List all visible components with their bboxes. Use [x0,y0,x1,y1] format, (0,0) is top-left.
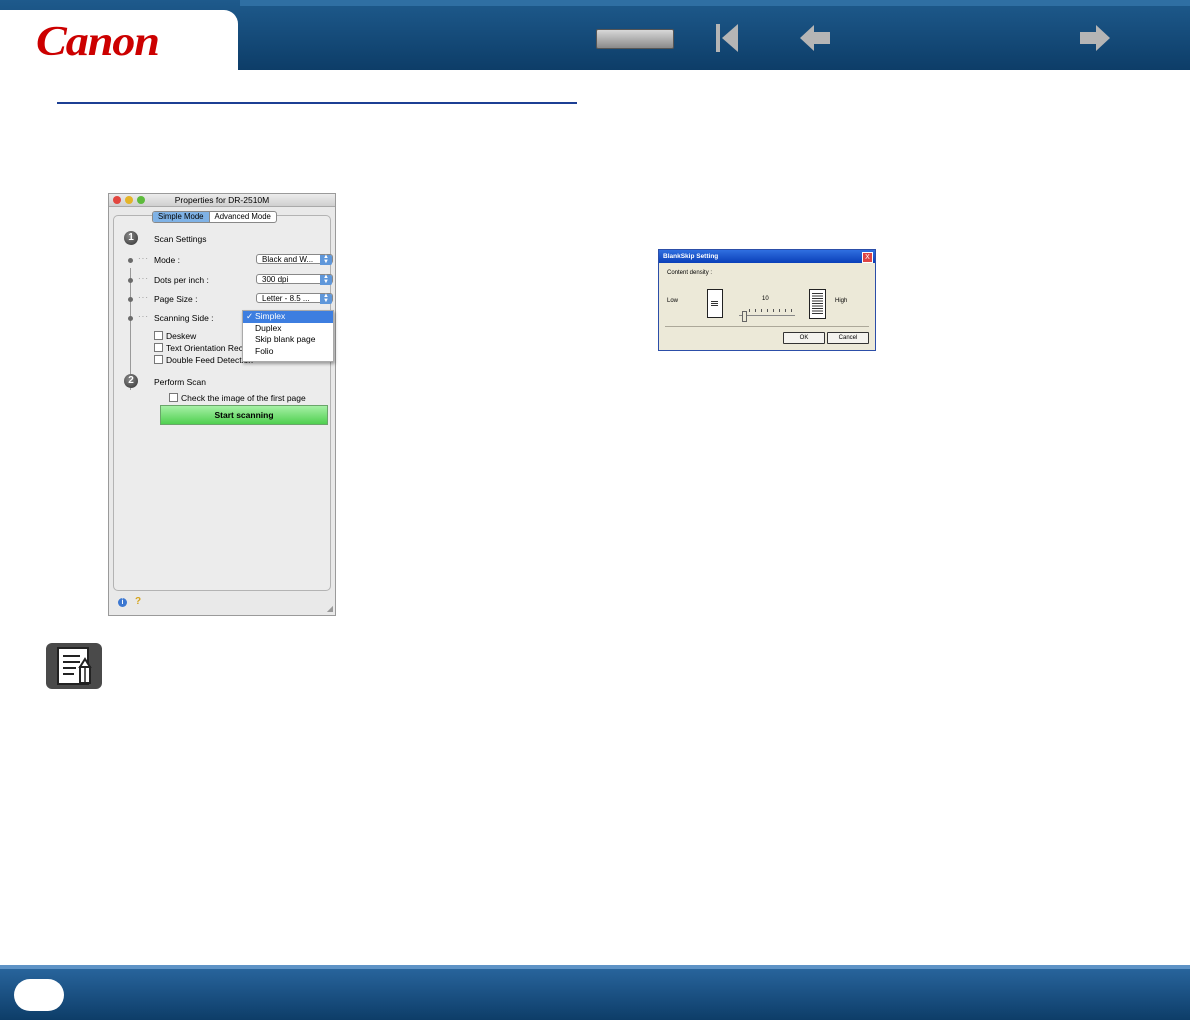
select-arrows-icon: ▲ ▼ [320,254,332,265]
perform-scan-label: Perform Scan [154,377,206,387]
section-title-rule [57,102,577,104]
dpi-label: Dots per inch : [154,275,209,285]
checkbox-icon [154,343,163,352]
menu-item-skip-blank[interactable]: Skip blank page [243,334,333,346]
tree-bullet [128,316,133,321]
scanning-side-menu: Simplex Duplex Skip blank page Folio [242,310,334,362]
help-icon[interactable]: ? [135,596,141,607]
mode-tabs: Simple Mode Advanced Mode [152,211,277,223]
note-icon [46,643,102,689]
mode-select[interactable]: Black and W... ▲ ▼ [256,254,333,265]
scanning-side-label: Scanning Side : [154,313,214,323]
text-orientation-checkbox[interactable]: Text Orientation Reco [154,343,248,353]
banner-stripe [240,0,1190,6]
slider-tick [767,309,768,312]
tree-dots: ··· [138,254,149,263]
page-size-select[interactable]: Letter - 8.5 ... ▲ ▼ [256,293,333,304]
density-slider-thumb[interactable] [742,311,747,322]
menu-item-duplex[interactable]: Duplex [243,323,333,335]
footer-stripe [0,965,1190,969]
dpi-select[interactable]: 300 dpi ▲ ▼ [256,274,333,285]
scan-settings-label: Scan Settings [154,234,207,244]
start-scanning-button[interactable]: Start scanning [160,405,328,425]
tab-advanced-mode[interactable]: Advanced Mode [210,212,276,222]
properties-dialog: Properties for DR-2510M 1 Scan Settings … [108,193,336,616]
mode-value: Black and W... [262,255,314,264]
info-icon[interactable]: i [118,598,127,607]
checkbox-icon [154,355,163,364]
page-size-value: Letter - 8.5 ... [262,294,310,303]
cancel-button[interactable]: Cancel [827,332,869,344]
dialog-title: BlankSkip Setting [659,250,875,263]
next-page-icon[interactable] [1078,22,1112,54]
minimize-window-icon[interactable] [125,196,133,204]
blankskip-dialog: BlankSkip Setting X Content density : Lo… [658,249,876,351]
settings-panel: 1 Scan Settings ··· Mode : Black and W..… [113,215,333,591]
menu-item-folio[interactable]: Folio [243,346,333,358]
tab-simple-mode[interactable]: Simple Mode [153,212,210,222]
bottom-banner [0,965,1190,1020]
tree-dots: ··· [138,293,149,302]
tree-bullet [128,297,133,302]
first-page-icon[interactable] [710,22,744,54]
slider-tick [755,309,756,312]
slider-tick [761,309,762,312]
canon-logo: Canon [36,19,160,65]
slider-tick [749,309,750,312]
low-density-page-icon [707,289,723,318]
step-one-badge: 1 [124,231,138,245]
slider-tick [791,309,792,312]
double-feed-checkbox[interactable]: Double Feed Detection [154,355,253,365]
low-label: Low [667,298,679,304]
mode-label: Mode : [154,255,180,265]
step-two-badge: 2 [124,374,138,388]
text-orientation-label: Text Orientation Reco [166,343,248,353]
slider-tick [773,309,774,312]
deskew-checkbox[interactable]: Deskew [154,331,196,341]
menu-item-simplex[interactable]: Simplex [243,311,333,323]
close-window-icon[interactable] [113,196,121,204]
content-density-label: Content density : [667,270,713,276]
close-icon[interactable]: X [862,252,873,263]
deskew-label: Deskew [166,331,197,341]
page-number-badge [14,979,64,1011]
double-feed-label: Double Feed Detection [166,355,253,365]
previous-page-icon[interactable] [798,22,832,54]
divider [665,326,869,327]
zoom-window-icon[interactable] [137,196,145,204]
high-label: High [835,298,848,304]
note-pencil-icon [57,647,92,685]
tree-bullet [128,258,133,263]
select-arrows-icon: ▲ ▼ [320,274,332,285]
tree-dots: ··· [138,312,149,321]
select-arrows-icon: ▲ ▼ [320,293,332,304]
check-first-page-checkbox[interactable]: Check the image of the first page [169,393,306,403]
page-size-label: Page Size : [154,294,198,304]
resize-grip-icon[interactable]: ◢ [327,605,333,613]
slider-tick [779,309,780,312]
tree-line [130,268,131,390]
checkbox-icon [154,331,163,340]
ok-button[interactable]: OK [783,332,825,344]
dpi-value: 300 dpi [262,275,289,284]
slider-track [739,315,795,316]
slider-tick [785,309,786,312]
high-density-page-icon [809,289,826,319]
slider-value: 10 [762,296,769,302]
tree-dots: ··· [138,274,149,283]
check-first-page-label: Check the image of the first page [181,393,306,403]
checkbox-icon [169,393,178,402]
tree-bullet [128,278,133,283]
toc-button[interactable] [596,29,674,49]
